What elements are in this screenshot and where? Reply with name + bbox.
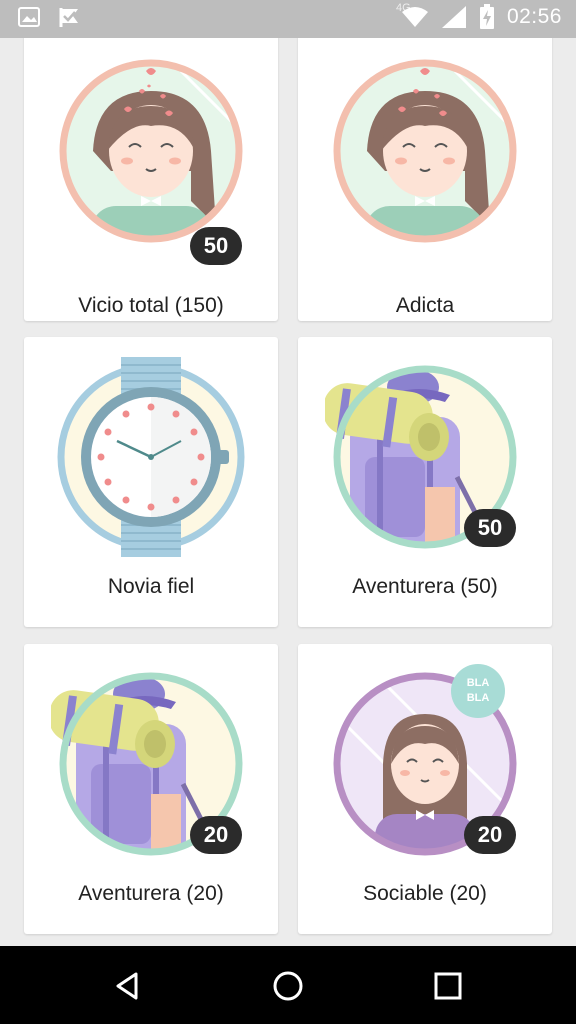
badge-label: Adicta <box>395 294 455 317</box>
badge-card-adicta[interactable]: Adicta <box>298 38 552 321</box>
check-flag-icon <box>59 8 78 27</box>
speech-bubble: BLA BLA <box>451 664 505 718</box>
count-badge: 20 <box>190 816 242 854</box>
badge-card-vicio-total[interactable]: 50 Vicio total (150) <box>24 38 278 321</box>
count-badge: 50 <box>190 227 242 265</box>
watch-illustration <box>57 357 245 557</box>
signal-icon <box>441 6 466 28</box>
wifi-icon <box>401 7 428 27</box>
achievements-grid: 50 Vicio total (150) Adicta Novia fiel 5… <box>0 38 576 946</box>
girl-hearts-illustration <box>59 59 243 243</box>
clock: 02:56 <box>506 5 562 28</box>
status-bar: 4G 02:56 <box>0 0 576 38</box>
count-badge: 50 <box>464 509 516 547</box>
navigation-bar <box>0 946 576 1024</box>
recents-icon[interactable] <box>428 966 468 1006</box>
badge-label: Sociable (20) <box>363 882 487 905</box>
count-badge: 20 <box>464 816 516 854</box>
badge-card-sociable[interactable]: BLA BLA 20 Sociable (20) <box>298 644 552 934</box>
badge-label: Aventurera (50) <box>352 575 498 598</box>
battery-charging-icon <box>479 4 494 29</box>
badge-card-novia-fiel[interactable]: Novia fiel <box>24 337 278 627</box>
bubble-text-line: BLA <box>466 677 490 689</box>
bubble-text-line: BLA <box>466 692 490 704</box>
badge-card-aventurera-50[interactable]: 50 Aventurera (50) <box>298 337 552 627</box>
badge-card-aventurera-20[interactable]: 20 Aventurera (20) <box>24 644 278 934</box>
badge-label: Vicio total (150) <box>78 294 224 317</box>
badge-label: Aventurera (20) <box>78 882 224 905</box>
back-icon[interactable] <box>108 966 148 1006</box>
home-icon[interactable] <box>268 966 308 1006</box>
image-icon <box>18 7 40 27</box>
badge-label: Novia fiel <box>107 575 195 598</box>
girl-hearts-illustration <box>333 59 517 243</box>
